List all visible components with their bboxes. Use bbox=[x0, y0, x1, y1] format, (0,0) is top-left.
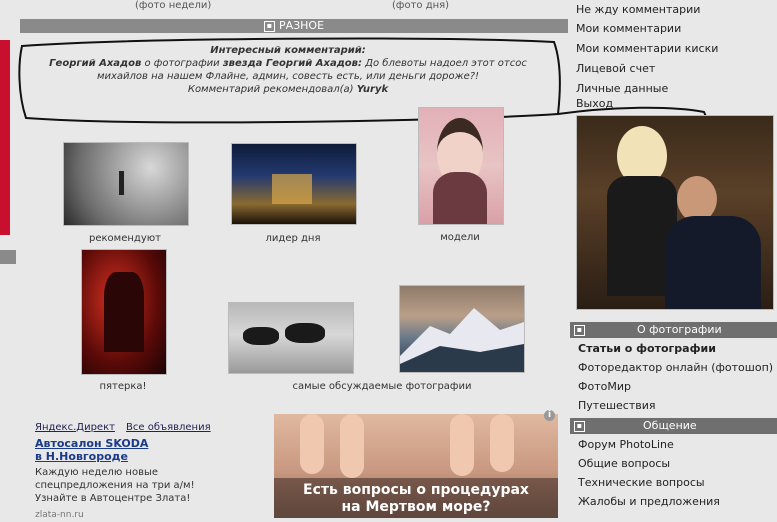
thumb-recommended[interactable] bbox=[63, 142, 189, 226]
communication-bar: ▪ Общение bbox=[570, 418, 777, 434]
ad-source-link[interactable]: Яндекс.Директ bbox=[35, 422, 115, 433]
all-ads-link[interactable]: Все объявления bbox=[126, 422, 211, 433]
menu-link-4[interactable]: Личные данные bbox=[570, 79, 777, 99]
about-photo-title: О фотографии bbox=[637, 323, 722, 336]
menu-link-logout[interactable]: Выход bbox=[570, 99, 777, 111]
thumb-leader-of-day[interactable] bbox=[231, 143, 357, 225]
thumb-top-five-label[interactable]: пятерка! bbox=[81, 381, 165, 392]
link-photo-editor[interactable]: Фоторедактор онлайн (фотошоп) bbox=[572, 358, 777, 377]
about-photo-links: Статьи о фотографии Фоторедактор онлайн … bbox=[572, 339, 777, 415]
link-photo-articles[interactable]: Статьи о фотографии bbox=[572, 339, 777, 358]
thumb-most-discussed[interactable] bbox=[228, 302, 354, 374]
account-menu: Не жду комментарии Мои комментарии Мои к… bbox=[570, 0, 777, 111]
photo-of-day-caption: (фото дня) bbox=[392, 0, 450, 11]
link-forum[interactable]: Форум PhotoLine bbox=[572, 435, 777, 454]
ad-url[interactable]: zlata-nn.ru bbox=[35, 509, 215, 522]
comment-middle: о фотографии bbox=[141, 58, 223, 69]
comment-target-photo[interactable]: звезда Георгий Ахадов: bbox=[223, 58, 362, 69]
thumb-mountains[interactable] bbox=[399, 285, 525, 373]
thumb-recommended-label[interactable]: рекомендуют bbox=[63, 233, 187, 244]
menu-link-3[interactable]: Лицевой счет bbox=[570, 59, 777, 79]
section-bar-misc: ▪ РАЗНОЕ bbox=[20, 19, 568, 33]
thumb-top-five[interactable] bbox=[81, 249, 167, 375]
section-toggle-icon[interactable]: ▪ bbox=[263, 20, 275, 32]
left-edge-bar bbox=[0, 250, 16, 264]
link-general-questions[interactable]: Общие вопросы bbox=[572, 454, 777, 473]
about-photo-toggle-icon[interactable]: ▪ bbox=[574, 324, 585, 336]
menu-link-0[interactable]: Не жду комментарии bbox=[570, 0, 777, 19]
promo-banner[interactable]: Есть вопросы о процедурах на Мертвом мор… bbox=[274, 414, 558, 518]
banner-text-line1: Есть вопросы о процедурах bbox=[303, 482, 529, 498]
ad-title-line2[interactable]: в Н.Новгороде bbox=[35, 450, 215, 463]
communication-title: Общение bbox=[643, 419, 697, 432]
banner-info-icon[interactable]: i bbox=[544, 410, 555, 421]
left-edge-banner bbox=[0, 40, 10, 235]
comment-recommended-prefix: Комментарий рекомендовал(а) bbox=[187, 84, 357, 95]
ad-block: Яндекс.Директ Все объявления Автосалон S… bbox=[35, 418, 215, 522]
about-photo-bar: ▪ О фотографии bbox=[570, 322, 777, 338]
comment-recommended-by[interactable]: Yuryk bbox=[357, 84, 388, 95]
photo-of-week-caption: (фото недели) bbox=[135, 0, 212, 11]
banner-text-line2: на Мертвом море? bbox=[341, 499, 491, 515]
link-photo-world[interactable]: ФотоМир bbox=[572, 377, 777, 396]
interesting-comment: Интересный комментарий: Георгий Ахадов о… bbox=[28, 44, 548, 96]
comment-heading: Интересный комментарий: bbox=[210, 45, 366, 56]
mountain-shape bbox=[400, 308, 524, 372]
link-technical-questions[interactable]: Технические вопросы bbox=[572, 473, 777, 492]
link-travel[interactable]: Путешествия bbox=[572, 396, 777, 415]
link-complaints[interactable]: Жалобы и предложения bbox=[572, 492, 777, 511]
communication-links: Форум PhotoLine Общие вопросы Технически… bbox=[572, 435, 777, 511]
ad-text: Каждую неделю новые спецпредложения на т… bbox=[35, 467, 195, 504]
featured-photo[interactable] bbox=[576, 115, 774, 310]
thumb-leader-of-day-label[interactable]: лидер дня bbox=[231, 233, 355, 244]
ad-title-line1[interactable]: Автосалон SKODA bbox=[35, 437, 215, 450]
thumb-most-discussed-label[interactable]: самые обсуждаемые фотографии bbox=[262, 381, 502, 392]
section-title: РАЗНОЕ bbox=[278, 19, 325, 32]
menu-link-1[interactable]: Мои комментарии bbox=[570, 19, 777, 39]
thumb-models[interactable] bbox=[418, 107, 504, 225]
comment-author[interactable]: Георгий Ахадов bbox=[49, 58, 141, 69]
communication-toggle-icon[interactable]: ▪ bbox=[574, 420, 585, 432]
menu-link-2[interactable]: Мои комментарии киски bbox=[570, 39, 777, 59]
thumb-models-label[interactable]: модели bbox=[418, 232, 502, 243]
